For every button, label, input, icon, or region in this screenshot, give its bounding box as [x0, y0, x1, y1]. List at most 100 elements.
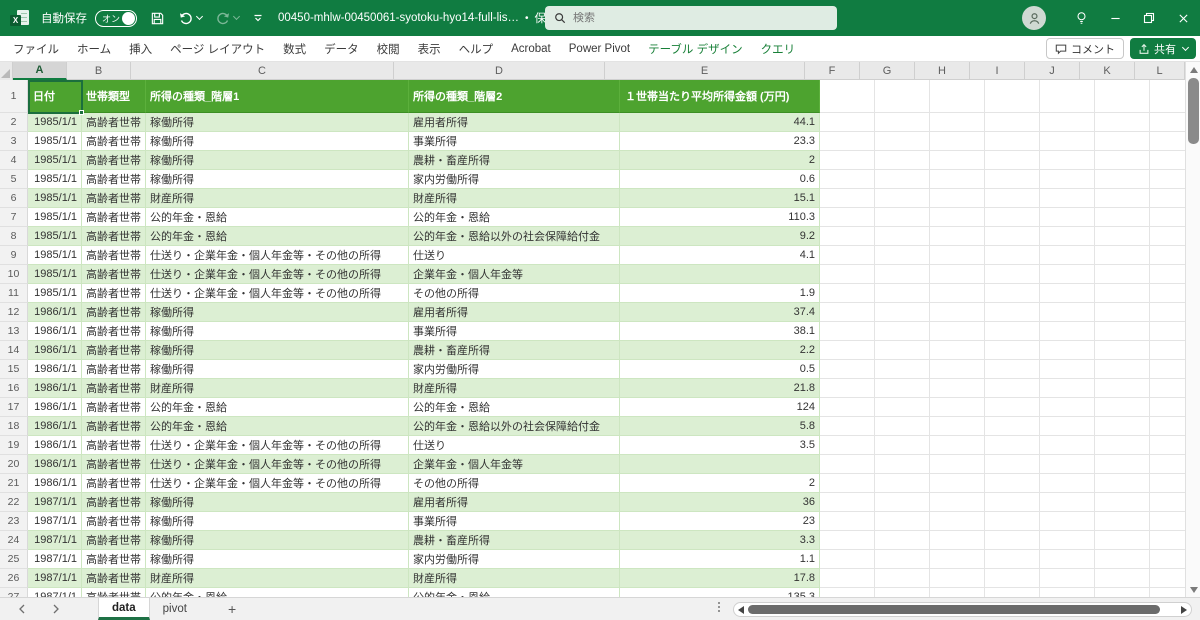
cell-household-type[interactable]: 高齢者世帯	[82, 417, 146, 436]
cell-household-type[interactable]: 高齢者世帯	[82, 170, 146, 189]
empty-cell[interactable]	[930, 132, 985, 151]
cell-date[interactable]: 1985/1/1	[28, 113, 82, 132]
empty-cell[interactable]	[1150, 360, 1185, 379]
empty-cell[interactable]	[1095, 189, 1150, 208]
empty-cell[interactable]	[1040, 455, 1095, 474]
header-cell-household-type[interactable]: 世帯類型	[82, 80, 146, 113]
empty-cell[interactable]	[820, 132, 875, 151]
cell-income-tier1[interactable]: 公的年金・恩給	[146, 227, 409, 246]
empty-cell[interactable]	[930, 303, 985, 322]
ribbon-tab-5[interactable]: データ	[315, 36, 368, 62]
empty-cell[interactable]	[820, 341, 875, 360]
header-cell-income-tier1[interactable]: 所得の種類_階層1	[146, 80, 409, 113]
cell-household-type[interactable]: 高齢者世帯	[82, 379, 146, 398]
empty-cell[interactable]	[1150, 341, 1185, 360]
empty-cell[interactable]	[985, 474, 1040, 493]
cell-date[interactable]: 1986/1/1	[28, 360, 82, 379]
empty-cell[interactable]	[875, 512, 930, 531]
empty-cell[interactable]	[1150, 493, 1185, 512]
empty-cell[interactable]	[1040, 303, 1095, 322]
empty-cell[interactable]	[1040, 569, 1095, 588]
empty-cell[interactable]	[1150, 189, 1185, 208]
empty-cell[interactable]	[820, 322, 875, 341]
empty-cell[interactable]	[820, 512, 875, 531]
sheet-tab-data[interactable]: data	[98, 598, 150, 620]
empty-cell[interactable]	[985, 569, 1040, 588]
empty-cell[interactable]	[985, 227, 1040, 246]
row-number[interactable]: 4	[0, 151, 28, 170]
empty-cell[interactable]	[985, 246, 1040, 265]
row-number[interactable]: 15	[0, 360, 28, 379]
cell-household-type[interactable]: 高齢者世帯	[82, 474, 146, 493]
empty-cell[interactable]	[1040, 151, 1095, 170]
empty-cell[interactable]	[820, 265, 875, 284]
empty-cell[interactable]	[1095, 379, 1150, 398]
empty-cell[interactable]	[875, 360, 930, 379]
vertical-scrollbar-thumb[interactable]	[1188, 78, 1199, 144]
empty-cell[interactable]	[985, 341, 1040, 360]
cell-average-income[interactable]: 3.5	[620, 436, 820, 455]
empty-cell[interactable]	[875, 588, 930, 597]
ribbon-tab-6[interactable]: 校閲	[368, 36, 409, 62]
cell-income-tier2[interactable]: 家内労働所得	[409, 360, 620, 379]
cell-date[interactable]: 1986/1/1	[28, 303, 82, 322]
cell-income-tier2[interactable]: その他の所得	[409, 284, 620, 303]
row-number[interactable]: 6	[0, 189, 28, 208]
header-cell-date[interactable]: 日付	[28, 80, 82, 113]
cell-income-tier1[interactable]: 稼働所得	[146, 322, 409, 341]
empty-cell[interactable]	[820, 113, 875, 132]
scroll-up-button[interactable]	[1186, 62, 1200, 77]
empty-cell[interactable]	[1040, 80, 1095, 113]
cell-income-tier1[interactable]: 稼働所得	[146, 493, 409, 512]
cell-income-tier2[interactable]: 事業所得	[409, 322, 620, 341]
cell-date[interactable]: 1985/1/1	[28, 170, 82, 189]
row-number[interactable]: 17	[0, 398, 28, 417]
scroll-right-button[interactable]	[1177, 606, 1191, 614]
empty-cell[interactable]	[1095, 341, 1150, 360]
empty-cell[interactable]	[1095, 398, 1150, 417]
cell-household-type[interactable]: 高齢者世帯	[82, 398, 146, 417]
empty-cell[interactable]	[930, 531, 985, 550]
empty-cell[interactable]	[1095, 151, 1150, 170]
empty-cell[interactable]	[1095, 227, 1150, 246]
cell-date[interactable]: 1987/1/1	[28, 569, 82, 588]
empty-cell[interactable]	[930, 246, 985, 265]
empty-cell[interactable]	[820, 80, 875, 113]
row-number[interactable]: 10	[0, 265, 28, 284]
cell-income-tier2[interactable]: 仕送り	[409, 246, 620, 265]
empty-cell[interactable]	[985, 151, 1040, 170]
empty-cell[interactable]	[985, 170, 1040, 189]
empty-cell[interactable]	[930, 379, 985, 398]
autosave-toggle[interactable]: オン	[95, 10, 137, 27]
cell-income-tier1[interactable]: 仕送り・企業年金・個人年金等・その他の所得	[146, 455, 409, 474]
cell-household-type[interactable]: 高齢者世帯	[82, 227, 146, 246]
empty-cell[interactable]	[1040, 246, 1095, 265]
empty-cell[interactable]	[875, 569, 930, 588]
scroll-left-button[interactable]	[734, 606, 748, 614]
row-number[interactable]: 16	[0, 379, 28, 398]
cell-average-income[interactable]: 0.5	[620, 360, 820, 379]
cell-income-tier2[interactable]: 財産所得	[409, 569, 620, 588]
empty-cell[interactable]	[875, 436, 930, 455]
row-number[interactable]: 9	[0, 246, 28, 265]
close-button[interactable]	[1166, 0, 1200, 36]
empty-cell[interactable]	[1095, 208, 1150, 227]
empty-cell[interactable]	[875, 379, 930, 398]
ribbon-tab-3[interactable]: ページ レイアウト	[161, 36, 274, 62]
cell-household-type[interactable]: 高齢者世帯	[82, 455, 146, 474]
empty-cell[interactable]	[875, 398, 930, 417]
empty-cell[interactable]	[1150, 151, 1185, 170]
empty-cell[interactable]	[1040, 189, 1095, 208]
customize-quick-access-button[interactable]	[252, 12, 264, 24]
select-all-corner[interactable]	[0, 62, 13, 80]
empty-cell[interactable]	[985, 322, 1040, 341]
account-avatar[interactable]	[1022, 6, 1046, 30]
cell-average-income[interactable]: 37.4	[620, 303, 820, 322]
empty-cell[interactable]	[875, 474, 930, 493]
empty-cell[interactable]	[930, 227, 985, 246]
row-number[interactable]: 14	[0, 341, 28, 360]
empty-cell[interactable]	[1150, 132, 1185, 151]
cell-household-type[interactable]: 高齢者世帯	[82, 208, 146, 227]
empty-cell[interactable]	[875, 151, 930, 170]
column-header-C[interactable]: C	[131, 62, 394, 80]
